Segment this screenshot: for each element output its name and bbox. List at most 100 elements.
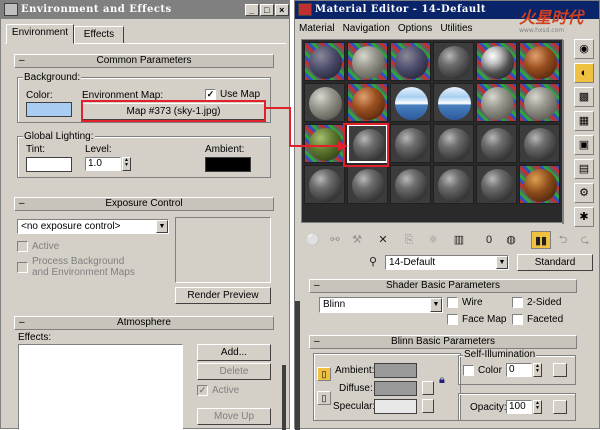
specular-map-button[interactable] bbox=[422, 399, 434, 413]
sample-type-icon[interactable]: ◉ bbox=[574, 39, 594, 59]
sample-slot[interactable] bbox=[390, 165, 431, 204]
background-color-swatch[interactable] bbox=[26, 102, 72, 117]
opacity-map-button[interactable] bbox=[553, 400, 567, 414]
self-illum-input[interactable]: 0 bbox=[506, 363, 532, 377]
process-background-checkbox[interactable] bbox=[17, 262, 28, 273]
sample-slot[interactable] bbox=[304, 165, 345, 204]
rollout-exposure-control[interactable]: – Exposure Control bbox=[14, 197, 274, 211]
move-up-button[interactable]: Move Up bbox=[197, 408, 271, 425]
add-effect-button[interactable]: Add... bbox=[197, 344, 271, 361]
chevron-down-icon[interactable]: ▼ bbox=[496, 256, 508, 269]
env-title-bar[interactable]: Environment and Effects _ □ × bbox=[1, 1, 289, 19]
material-id-icon[interactable]: 0 bbox=[479, 231, 499, 249]
faceted-checkbox[interactable] bbox=[512, 314, 523, 325]
use-map-checkbox[interactable]: ✓ bbox=[205, 89, 216, 100]
sample-slot[interactable] bbox=[519, 124, 560, 163]
pick-material-eyedropper-icon[interactable]: ⚲ bbox=[363, 253, 383, 271]
exposure-control-dropdown[interactable]: <no exposure control> ▼ bbox=[17, 219, 169, 234]
render-preview-button[interactable]: Render Preview bbox=[175, 287, 271, 304]
opacity-spinner[interactable]: ▲ ▼ bbox=[533, 400, 542, 414]
minimize-icon[interactable]: _ bbox=[245, 4, 259, 16]
backlight-icon[interactable]: ◐ bbox=[574, 63, 594, 83]
options-icon[interactable]: ⚙ bbox=[574, 183, 594, 203]
sample-slot[interactable] bbox=[476, 42, 517, 81]
show-map-icon[interactable]: ◍ bbox=[501, 231, 521, 249]
select-by-material-icon[interactable]: ✱ bbox=[574, 207, 594, 227]
diffuse-map-button[interactable] bbox=[422, 381, 434, 395]
put-to-scene-icon[interactable]: ⚯ bbox=[325, 231, 345, 249]
go-to-parent-icon[interactable]: ⮌ bbox=[553, 231, 573, 249]
specular-color-swatch[interactable] bbox=[374, 399, 417, 414]
two-sided-checkbox[interactable] bbox=[512, 297, 523, 308]
sample-slot[interactable] bbox=[433, 83, 474, 122]
slots-scrollbar[interactable] bbox=[562, 40, 564, 224]
material-type-button[interactable]: Standard bbox=[517, 254, 593, 271]
maximize-icon[interactable]: □ bbox=[260, 4, 274, 16]
menu-material[interactable]: Material bbox=[299, 23, 335, 34]
menu-navigation[interactable]: Navigation bbox=[343, 23, 390, 34]
self-illum-spinner[interactable]: ▲ ▼ bbox=[533, 363, 542, 377]
level-input[interactable]: 1.0 bbox=[85, 157, 121, 171]
sample-slot[interactable] bbox=[433, 42, 474, 81]
tint-color-swatch[interactable] bbox=[26, 157, 72, 172]
sample-slot[interactable] bbox=[347, 165, 388, 204]
lock-icon[interactable]: 🔒︎ bbox=[439, 373, 451, 387]
lock-ambient-icon[interactable]: ▯ bbox=[317, 367, 331, 381]
rollout-atmosphere[interactable]: – Atmosphere bbox=[14, 316, 274, 330]
assign-material-icon[interactable]: ⚒ bbox=[347, 231, 367, 249]
make-preview-icon[interactable]: ▤ bbox=[574, 159, 594, 179]
mat-scrollbar[interactable] bbox=[295, 301, 300, 430]
ambient-color-swatch[interactable] bbox=[205, 157, 251, 172]
self-illum-map-button[interactable] bbox=[553, 363, 567, 377]
effects-list[interactable] bbox=[18, 344, 183, 430]
show-end-result-icon[interactable]: ▮▮ bbox=[531, 231, 551, 249]
opacity-input[interactable]: 100 bbox=[506, 400, 532, 414]
reset-map-icon[interactable]: ✕ bbox=[373, 231, 393, 249]
sample-slot[interactable] bbox=[476, 165, 517, 204]
tab-effects[interactable]: Effects bbox=[74, 26, 124, 44]
sample-slot[interactable] bbox=[390, 83, 431, 122]
level-spinner[interactable]: ▲ ▼ bbox=[122, 157, 131, 171]
video-color-check-icon[interactable]: ▣ bbox=[574, 135, 594, 155]
material-name-dropdown[interactable]: 14-Default ▼ bbox=[385, 255, 509, 270]
sample-slot[interactable] bbox=[390, 42, 431, 81]
sample-slot[interactable] bbox=[519, 83, 560, 122]
ambient-color-swatch[interactable] bbox=[374, 363, 417, 378]
close-icon[interactable]: × bbox=[275, 4, 289, 16]
tab-environment[interactable]: Environment bbox=[6, 24, 74, 44]
sample-uv-tiling-icon[interactable]: ▦ bbox=[574, 111, 594, 131]
rollout-shader-basic-parameters[interactable]: – Shader Basic Parameters bbox=[309, 279, 577, 293]
put-to-library-icon[interactable]: ▥ bbox=[449, 231, 469, 249]
sample-slot[interactable] bbox=[476, 83, 517, 122]
sample-slot[interactable] bbox=[519, 165, 560, 204]
sample-slot[interactable] bbox=[433, 165, 474, 204]
sample-slot[interactable] bbox=[304, 42, 345, 81]
sample-slot[interactable] bbox=[347, 42, 388, 81]
make-unique-icon[interactable]: ⚛ bbox=[423, 231, 443, 249]
delete-effect-button[interactable]: Delete bbox=[197, 363, 271, 380]
get-material-icon[interactable]: ⚪ bbox=[303, 231, 323, 249]
menu-options[interactable]: Options bbox=[398, 23, 432, 34]
lock-specular-icon[interactable]: ▯ bbox=[317, 391, 331, 405]
rollout-common-parameters[interactable]: – Common Parameters bbox=[14, 54, 274, 68]
wire-checkbox[interactable] bbox=[447, 297, 458, 308]
sample-slot[interactable] bbox=[433, 124, 474, 163]
chevron-down-icon[interactable]: ▼ bbox=[430, 298, 442, 312]
self-illum-color-checkbox[interactable] bbox=[463, 365, 474, 376]
exposure-active-checkbox[interactable] bbox=[17, 241, 28, 252]
shader-type-dropdown[interactable]: Blinn ▼ bbox=[319, 297, 443, 313]
menu-utilities[interactable]: Utilities bbox=[440, 23, 472, 34]
background-icon[interactable]: ▩ bbox=[574, 87, 594, 107]
rollout-blinn-basic-parameters[interactable]: – Blinn Basic Parameters bbox=[309, 335, 577, 349]
sample-slot[interactable] bbox=[347, 83, 388, 122]
go-forward-icon[interactable]: ⮎ bbox=[575, 231, 595, 249]
env-scrollbar[interactable] bbox=[282, 365, 286, 430]
chevron-down-icon[interactable]: ▼ bbox=[156, 220, 168, 233]
sample-slot[interactable] bbox=[390, 124, 431, 163]
diffuse-color-swatch[interactable] bbox=[374, 381, 417, 396]
face-map-checkbox[interactable] bbox=[447, 314, 458, 325]
sample-slot[interactable] bbox=[519, 42, 560, 81]
make-copy-icon[interactable]: ⎘ bbox=[399, 231, 419, 249]
atmosphere-active-checkbox[interactable]: ✓ bbox=[197, 385, 208, 396]
sample-slot[interactable] bbox=[476, 124, 517, 163]
